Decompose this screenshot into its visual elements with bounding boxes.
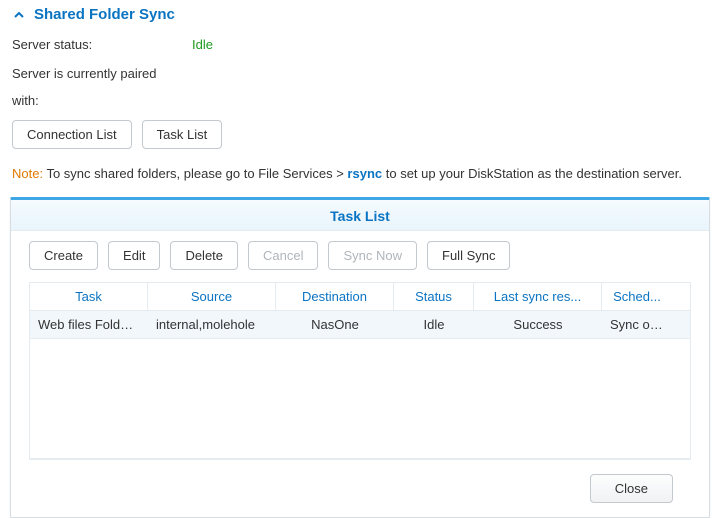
cancel-button: Cancel: [248, 241, 318, 270]
cell-task: Web files Folder ...: [30, 311, 148, 338]
chevron-up-icon: [12, 8, 26, 22]
note-prefix: Note:: [12, 166, 43, 181]
close-button[interactable]: Close: [590, 474, 673, 503]
section-title: Shared Folder Sync: [34, 6, 175, 23]
note-after: to set up your DiskStation as the destin…: [382, 166, 682, 181]
connection-list-button[interactable]: Connection List: [12, 120, 132, 149]
col-source[interactable]: Source: [148, 283, 276, 310]
server-status-value: Idle: [192, 37, 213, 52]
cell-source: internal,molehole: [148, 311, 276, 338]
col-last-sync[interactable]: Last sync res...: [474, 283, 602, 310]
paired-line-2: with:: [12, 83, 708, 110]
col-schedule[interactable]: Sched...: [602, 283, 672, 310]
full-sync-button[interactable]: Full Sync: [427, 241, 510, 270]
table-row[interactable]: Web files Folder ... internal,molehole N…: [30, 311, 690, 338]
delete-button[interactable]: Delete: [170, 241, 238, 270]
col-status[interactable]: Status: [394, 283, 474, 310]
table-header: Task Source Destination Status Last sync…: [30, 283, 690, 311]
cell-schedule: Sync on ...: [602, 311, 672, 338]
cell-destination: NasOne: [276, 311, 394, 338]
rsync-link[interactable]: rsync: [347, 166, 382, 181]
edit-button[interactable]: Edit: [108, 241, 160, 270]
dialog-toolbar: Create Edit Delete Cancel Sync Now Full …: [11, 231, 709, 278]
dialog-title: Task List: [11, 200, 709, 231]
cell-status: Idle: [394, 311, 474, 338]
col-task[interactable]: Task: [30, 283, 148, 310]
note-before: To sync shared folders, please go to Fil…: [43, 166, 347, 181]
paired-line-1: Server is currently paired: [12, 56, 708, 83]
server-status-row: Server status: Idle: [12, 27, 708, 56]
col-destination[interactable]: Destination: [276, 283, 394, 310]
note-text: Note: To sync shared folders, please go …: [12, 161, 708, 191]
server-status-label: Server status:: [12, 37, 192, 52]
sync-now-button: Sync Now: [328, 241, 417, 270]
cell-last-sync: Success: [474, 311, 602, 338]
task-table: Task Source Destination Status Last sync…: [29, 282, 691, 339]
section-header[interactable]: Shared Folder Sync: [12, 0, 708, 27]
task-list-dialog: Task List Create Edit Delete Cancel Sync…: [10, 197, 710, 518]
table-empty-area: [29, 339, 691, 459]
task-list-button[interactable]: Task List: [142, 120, 223, 149]
create-button[interactable]: Create: [29, 241, 98, 270]
